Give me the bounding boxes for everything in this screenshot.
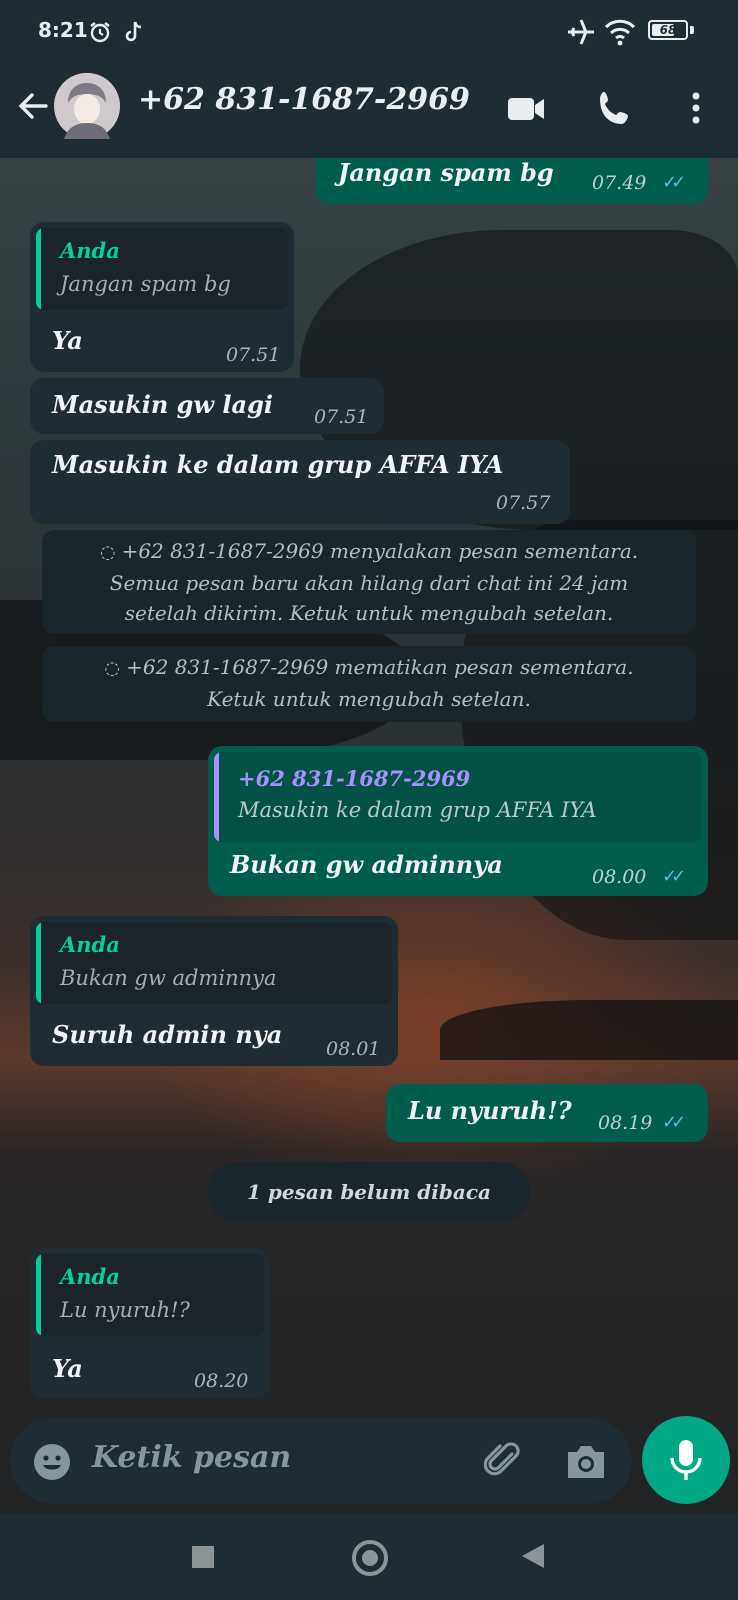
avatar-illustration <box>54 73 120 139</box>
message-composer: Ketik pesan <box>10 1418 632 1504</box>
system-nav-bar <box>0 1514 738 1600</box>
quoted-message[interactable]: +62 831-1687-2969 Masukin ke dalam grup … <box>214 752 702 842</box>
read-ticks-icon: ✓✓ <box>662 1112 686 1133</box>
camera-icon[interactable] <box>564 1440 608 1482</box>
message-outgoing[interactable]: +62 831-1687-2969 Masukin ke dalam grup … <box>208 746 708 896</box>
phone-icon[interactable] <box>596 88 636 128</box>
timer-icon: ◌ <box>104 658 121 679</box>
message-incoming[interactable]: Anda Bukan gw adminnya Suruh admin nya 0… <box>30 916 398 1066</box>
quote-text: Jangan spam bg <box>60 272 231 296</box>
message-text: Lu nyuruh!? <box>408 1096 572 1125</box>
message-text: Ya <box>52 1354 83 1383</box>
system-message-disappearing-on[interactable]: ◌ +62 831-1687-2969 menyalakan pesan seme… <box>42 530 696 634</box>
message-time: 07.49 <box>592 172 647 194</box>
message-time: 07.51 <box>314 406 369 428</box>
quote-text: Bukan gw adminnya <box>60 966 277 990</box>
quote-bar <box>36 922 41 1004</box>
message-time: 08.20 <box>194 1370 249 1392</box>
airplane-icon <box>568 19 594 45</box>
quoted-message[interactable]: Anda Lu nyuruh!? <box>36 1254 264 1336</box>
status-time: 8:21 <box>38 18 88 42</box>
system-line: +62 831-1687-2969 mematikan pesan sement… <box>126 655 634 679</box>
message-incoming[interactable]: Masukin ke dalam grup AFFA IYA 07.57 <box>30 440 570 524</box>
system-line: Ketuk untuk mengubah setelan. <box>207 687 531 711</box>
status-bar: 8:21 68 <box>0 0 738 60</box>
message-text: Masukin ke dalam grup AFFA IYA <box>52 450 504 479</box>
wifi-icon <box>604 19 636 46</box>
message-time: 08.00 <box>592 866 647 888</box>
quote-bar <box>214 752 219 842</box>
message-outgoing[interactable]: Lu nyuruh!? 08.19 ✓✓ <box>386 1084 708 1142</box>
quoted-message[interactable]: Anda Bukan gw adminnya <box>36 922 392 1004</box>
quote-bar <box>36 228 41 310</box>
message-time: 07.57 <box>496 492 551 514</box>
message-incoming[interactable]: Anda Lu nyuruh!? Ya 08.20 <box>30 1248 270 1398</box>
nav-home-icon[interactable] <box>352 1540 388 1576</box>
emoji-icon[interactable] <box>32 1442 72 1482</box>
quote-text: Masukin ke dalam grup AFFA IYA <box>238 798 597 822</box>
message-time: 08.19 <box>598 1112 653 1134</box>
quote-bar <box>36 1254 41 1336</box>
message-text: Jangan spam bg <box>338 158 554 187</box>
unread-messages-divider: 1 pesan belum dibaca <box>207 1162 531 1222</box>
voice-record-button[interactable] <box>642 1416 730 1504</box>
system-line: Semua pesan baru akan hilang dari chat i… <box>109 571 629 595</box>
nav-recents-icon[interactable] <box>192 1546 214 1568</box>
message-text: Masukin gw lagi <box>52 390 273 419</box>
system-message-disappearing-off[interactable]: ◌ +62 831-1687-2969 mematikan pesan semen… <box>42 646 696 722</box>
avatar[interactable] <box>54 73 120 139</box>
quote-author: +62 831-1687-2969 <box>238 766 471 791</box>
read-ticks-icon: ✓✓ <box>662 172 686 193</box>
mic-icon <box>670 1440 702 1480</box>
system-line: +62 831-1687-2969 menyalakan pesan semen… <box>121 539 639 563</box>
read-ticks-icon: ✓✓ <box>662 866 686 887</box>
alarm-icon <box>90 22 110 43</box>
video-call-icon[interactable] <box>506 88 546 128</box>
message-text: Ya <box>52 326 83 355</box>
quote-author: Anda <box>60 1264 120 1289</box>
message-incoming[interactable]: Masukin gw lagi 07.51 <box>30 378 384 434</box>
battery-icon: 68 <box>648 20 688 40</box>
message-text: Bukan gw adminnya <box>230 850 503 879</box>
message-text: Suruh admin nya <box>52 1020 283 1049</box>
chat-header-controls: +62 831-1687-2969 <box>0 60 738 158</box>
quote-text: Lu nyuruh!? <box>60 1298 190 1322</box>
battery-tip <box>690 26 694 34</box>
message-time: 07.51 <box>226 344 281 366</box>
more-vert-icon[interactable] <box>680 88 720 128</box>
quote-author: Anda <box>60 932 120 957</box>
quoted-message[interactable]: Anda Jangan spam bg <box>36 228 288 310</box>
nav-back-icon[interactable] <box>522 1544 544 1568</box>
system-line: setelah dikirim. Ketuk untuk mengubah se… <box>124 601 614 625</box>
tiktok-icon <box>125 21 142 42</box>
timer-icon: ◌ <box>99 542 116 563</box>
message-input[interactable]: Ketik pesan <box>92 1440 291 1475</box>
message-time: 08.01 <box>326 1038 381 1060</box>
battery-level: 68 <box>659 23 677 37</box>
quote-author: Anda <box>60 238 120 263</box>
back-arrow-icon[interactable] <box>14 86 54 126</box>
contact-name[interactable]: +62 831-1687-2969 <box>138 82 470 117</box>
message-incoming[interactable]: Anda Jangan spam bg Ya 07.51 <box>30 222 294 372</box>
attach-icon[interactable] <box>482 1440 524 1482</box>
